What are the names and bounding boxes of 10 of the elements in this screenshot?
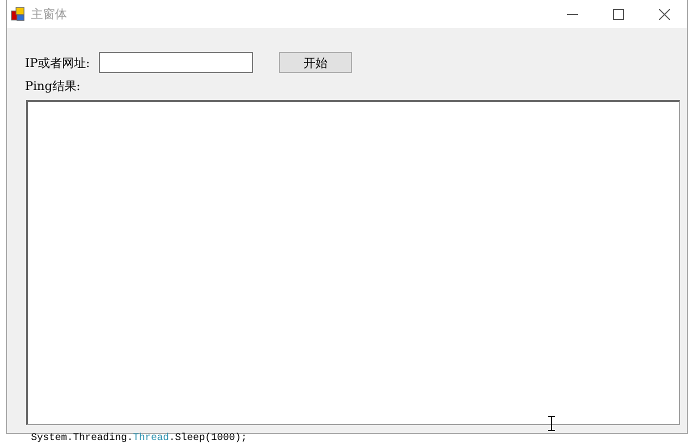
address-label: IP或者网址:: [25, 54, 90, 72]
app-icon: [11, 7, 25, 21]
maximize-icon: [612, 8, 624, 20]
start-button[interactable]: 开始: [278, 52, 352, 73]
code-line: System.Threading.Thread.Sleep(1000);: [31, 434, 248, 444]
text-cursor-icon: [548, 416, 555, 431]
close-icon: [658, 8, 670, 20]
address-field[interactable]: [98, 52, 253, 73]
window-title: 主窗体: [31, 6, 67, 23]
result-label: Ping结果:: [25, 79, 80, 93]
